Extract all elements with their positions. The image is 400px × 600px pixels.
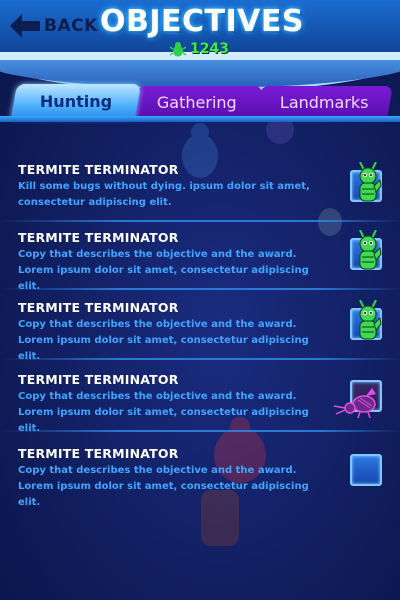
objective-status-badge [350,230,382,270]
tab-underline [0,116,400,122]
objectives-screen: BACK OBJECTIVES 1243 Gathering Landmarks… [0,0,400,600]
objective-status-badge [350,162,382,202]
objective-description: Kill some bugs without dying. ipsum dolo… [18,181,310,208]
tab-bar: Gathering Landmarks Hunting [0,84,400,120]
tab-landmarks[interactable]: Landmarks [255,86,393,118]
tab-gathering-label: Gathering [157,92,237,112]
objective-title: TERMITE TERMINATOR [18,372,179,387]
tab-hunting[interactable]: Hunting [11,84,141,118]
objective-row[interactable]: TERMITE TERMINATOR Kill some bugs withou… [0,150,400,222]
objective-row[interactable]: TERMITE TERMINATOR Copy that describes t… [0,218,400,292]
objective-row[interactable]: TERMITE TERMINATOR Copy that describes t… [0,360,400,434]
back-button-label: BACK [44,16,98,36]
objective-title: TERMITE TERMINATOR [18,446,179,461]
bug-currency-icon [170,42,186,57]
tab-landmarks-label: Landmarks [279,92,369,112]
objective-status-badge [350,454,382,486]
objective-status-badge [350,300,382,340]
objective-row[interactable]: TERMITE TERMINATOR Copy that describes t… [0,434,400,508]
dead-bug-icon [333,388,376,419]
back-button[interactable]: BACK [8,12,98,40]
score-value: 1243 [190,41,229,57]
objective-title: TERMITE TERMINATOR [18,230,179,245]
objective-title: TERMITE TERMINATOR [18,300,179,315]
objective-status-badge [333,380,382,419]
objective-title: TERMITE TERMINATOR [18,162,179,177]
back-arrow-icon [10,14,40,38]
page-title: OBJECTIVES [100,4,304,39]
objective-description: Copy that describes the objective and th… [18,465,309,508]
tab-gathering[interactable]: Gathering [131,86,263,118]
completed-bug-icon [359,300,382,340]
score-display: 1243 [170,40,229,58]
objective-row[interactable]: TERMITE TERMINATOR Copy that describes t… [0,288,400,362]
completed-bug-icon [359,230,382,270]
completed-bug-icon [359,162,382,202]
row-divider [0,430,400,432]
tab-hunting-label: Hunting [39,91,113,111]
